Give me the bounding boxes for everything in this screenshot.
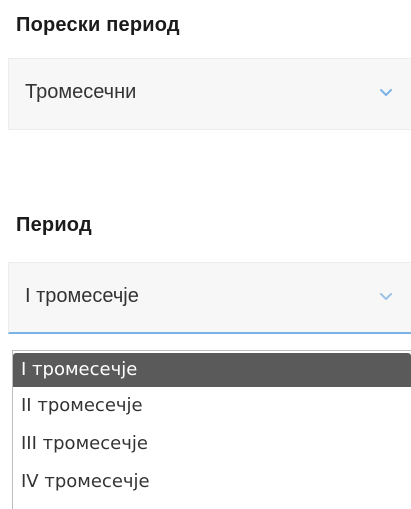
tax-period-selected-value: Тромесечни — [25, 81, 137, 103]
period-options-list: I тромесечје II тромесечје III тромесечј… — [12, 350, 411, 509]
period-label: Период — [16, 214, 92, 236]
chevron-down-icon — [380, 293, 392, 300]
tax-period-select[interactable]: Тромесечни — [8, 58, 411, 130]
period-select[interactable]: I тромесечје — [8, 262, 411, 334]
chevron-down-icon — [380, 89, 392, 96]
period-option-3[interactable]: III тромесечје — [13, 425, 411, 463]
period-option-4[interactable]: IV тромесечје — [13, 463, 411, 501]
period-selected-value: I тромесечје — [25, 285, 139, 307]
period-option-2[interactable]: II тромесечје — [13, 387, 411, 425]
tax-period-label: Порески период — [16, 14, 180, 36]
period-option-1[interactable]: I тромесечје — [13, 353, 411, 387]
